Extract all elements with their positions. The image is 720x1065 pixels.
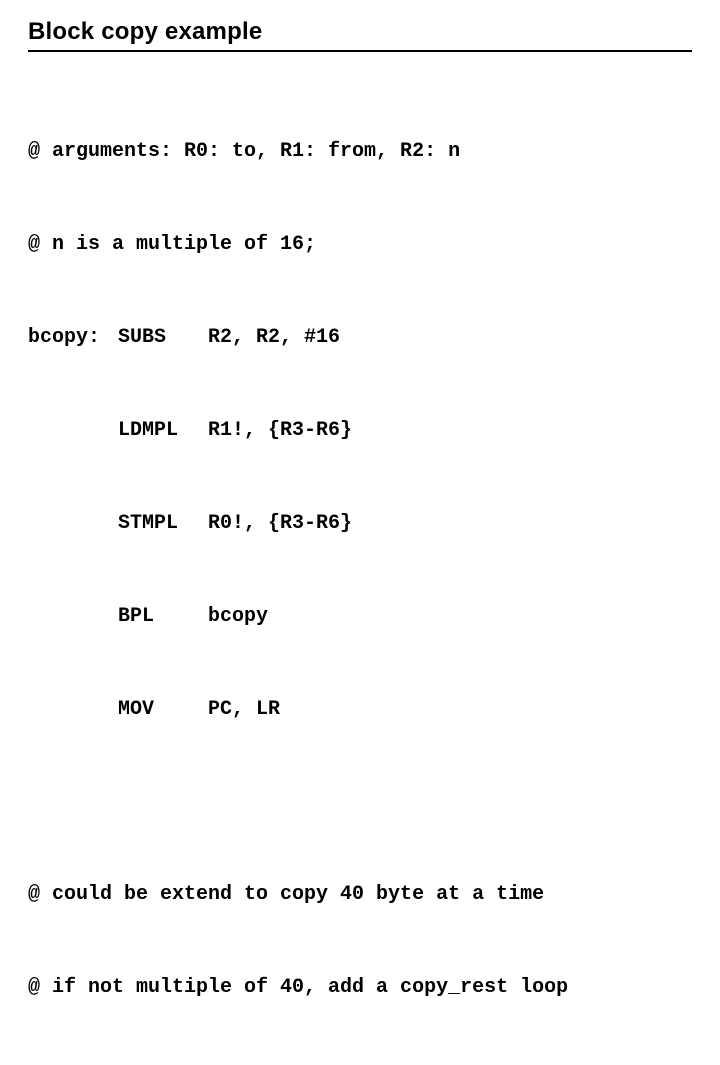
mnemonic: LDMPL — [118, 415, 208, 446]
operands: R2, R2, #16 — [208, 326, 340, 349]
comment-extend-1: @ could be extend to copy 40 byte at a t… — [28, 879, 692, 910]
comment-arguments: @ arguments: R0: to, R1: from, R2: n — [28, 136, 692, 167]
slide: Block copy example @ arguments: R0: to, … — [0, 0, 720, 1065]
blank-line — [28, 787, 692, 817]
code-label: bcopy: — [28, 322, 118, 353]
comment-multiple: @ n is a multiple of 16; — [28, 229, 692, 260]
instr-row: MOVPC, LR — [28, 694, 692, 725]
code-block: @ arguments: R0: to, R1: from, R2: n @ n… — [28, 74, 692, 1065]
mnemonic: SUBS — [118, 322, 208, 353]
mnemonic: BPL — [118, 601, 208, 632]
instr-row: BPLbcopy — [28, 601, 692, 632]
operands: PC, LR — [208, 698, 280, 721]
slide-title: Block copy example — [28, 18, 692, 52]
instr-row: bcopy:SUBSR2, R2, #16 — [28, 322, 692, 353]
operands: R0!, {R3-R6} — [208, 512, 352, 535]
mnemonic: MOV — [118, 694, 208, 725]
operands: bcopy — [208, 605, 268, 628]
comment-extend-2: @ if not multiple of 40, add a copy_rest… — [28, 972, 692, 1003]
mnemonic: STMPL — [118, 508, 208, 539]
instr-row: LDMPLR1!, {R3-R6} — [28, 415, 692, 446]
instr-row: STMPLR0!, {R3-R6} — [28, 508, 692, 539]
operands: R1!, {R3-R6} — [208, 419, 352, 442]
